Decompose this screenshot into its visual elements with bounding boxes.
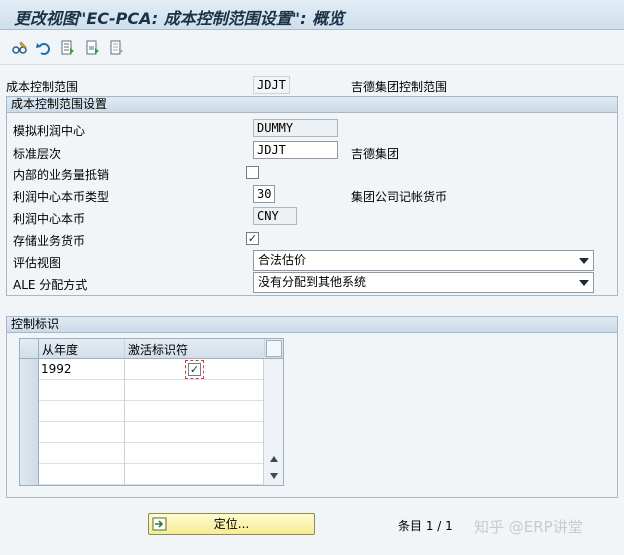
column-settings-icon[interactable] <box>266 340 282 357</box>
active-cell[interactable] <box>125 422 265 443</box>
position-button-label: 定位... <box>213 517 250 531</box>
control-indicators-table: 从年度 激活标识符 1992 ✓ <box>19 338 284 486</box>
controlling-area-desc: 吉德集团控制范围 <box>351 80 448 94</box>
chevron-down-icon <box>579 280 589 286</box>
active-cell[interactable] <box>125 443 265 464</box>
position-button[interactable]: 定位... <box>148 513 315 535</box>
active-cell[interactable] <box>125 401 265 422</box>
year-cell[interactable] <box>39 464 125 485</box>
valuation-view-value: 合法估价 <box>258 253 307 267</box>
column-header-year[interactable]: 从年度 <box>39 339 125 359</box>
entry-counter: 条目 1 / 1 <box>398 519 453 533</box>
ale-distribution-label: ALE 分配方式 <box>13 278 88 292</box>
title-bar: 更改视图"EC-PCA: 成本控制范围设置": 概览 <box>0 0 624 30</box>
scroll-down-icon[interactable] <box>269 472 279 480</box>
year-cell[interactable] <box>39 443 125 464</box>
year-cell[interactable] <box>39 422 125 443</box>
watermark: 知乎 @ERP讲堂 <box>474 518 583 536</box>
valuation-view-dropdown[interactable]: 合法估价 <box>253 250 594 271</box>
row-selector[interactable] <box>20 422 39 443</box>
active-cell[interactable] <box>125 380 265 401</box>
pc-currency-type-desc: 集团公司记帐货币 <box>351 190 448 204</box>
vertical-scrollbar[interactable] <box>263 359 283 485</box>
glasses-change-icon[interactable] <box>12 40 28 56</box>
standard-hierarchy-label: 标准层次 <box>13 147 62 161</box>
chevron-down-icon <box>579 258 589 264</box>
position-icon <box>152 517 167 531</box>
year-cell[interactable] <box>39 401 125 422</box>
year-cell[interactable]: 1992 <box>39 359 125 380</box>
control-indicators-header: 控制标识 <box>7 317 617 333</box>
year-cell[interactable] <box>39 380 125 401</box>
table-row[interactable]: 1992 ✓ <box>20 359 265 380</box>
pc-currency-type-label: 利润中心本币类型 <box>13 190 110 204</box>
select-all-icon[interactable] <box>60 40 76 56</box>
scroll-up-icon[interactable] <box>269 455 279 463</box>
settings-group-header: 成本控制范围设置 <box>7 97 617 113</box>
undo-icon[interactable] <box>36 40 52 56</box>
select-block-icon[interactable] <box>85 40 101 56</box>
pc-currency-label: 利润中心本币 <box>13 212 86 226</box>
table-row[interactable] <box>20 422 265 443</box>
row-selector[interactable] <box>20 443 39 464</box>
internal-volume-elim-label: 内部的业务量抵销 <box>13 168 110 182</box>
ale-distribution-dropdown[interactable]: 没有分配到其他系统 <box>253 272 594 293</box>
pc-currency-field[interactable]: CNY <box>253 207 297 225</box>
valuation-view-label: 评估视图 <box>13 256 62 270</box>
check-icon: ✓ <box>189 363 200 376</box>
row-selector[interactable] <box>20 380 39 401</box>
pc-currency-type-field[interactable]: 30 <box>253 185 275 203</box>
store-transaction-currency-label: 存储业务货币 <box>13 234 86 248</box>
row-selector[interactable] <box>20 464 39 485</box>
select-all-column[interactable] <box>20 339 39 359</box>
deselect-all-icon[interactable] <box>109 40 125 56</box>
row-selector[interactable] <box>20 359 39 380</box>
standard-hierarchy-field[interactable]: JDJT <box>253 141 338 159</box>
column-header-active[interactable]: 激活标识符 <box>125 339 265 359</box>
active-cell[interactable]: ✓ <box>125 359 265 380</box>
active-checkbox[interactable]: ✓ <box>188 363 201 376</box>
ale-distribution-value: 没有分配到其他系统 <box>258 275 367 289</box>
controlling-area-label: 成本控制范围 <box>6 80 79 94</box>
dummy-profit-center-label: 模拟利润中心 <box>13 124 86 138</box>
table-row[interactable] <box>20 401 265 422</box>
internal-volume-elim-checkbox[interactable] <box>246 166 259 179</box>
controlling-area-field: JDJT <box>253 76 290 94</box>
table-row[interactable] <box>20 443 265 464</box>
table-row[interactable] <box>20 464 265 485</box>
table-header: 从年度 激活标识符 <box>20 339 283 359</box>
standard-hierarchy-desc: 吉德集团 <box>351 147 400 161</box>
check-icon: ✓ <box>247 232 258 245</box>
dummy-profit-center-field[interactable]: DUMMY <box>253 119 338 137</box>
toolbar <box>0 31 624 65</box>
store-transaction-currency-checkbox[interactable]: ✓ <box>246 232 259 245</box>
active-cell[interactable] <box>125 464 265 485</box>
table-row[interactable] <box>20 380 265 401</box>
window-title: 更改视图"EC-PCA: 成本控制范围设置": 概览 <box>14 9 345 28</box>
row-selector[interactable] <box>20 401 39 422</box>
